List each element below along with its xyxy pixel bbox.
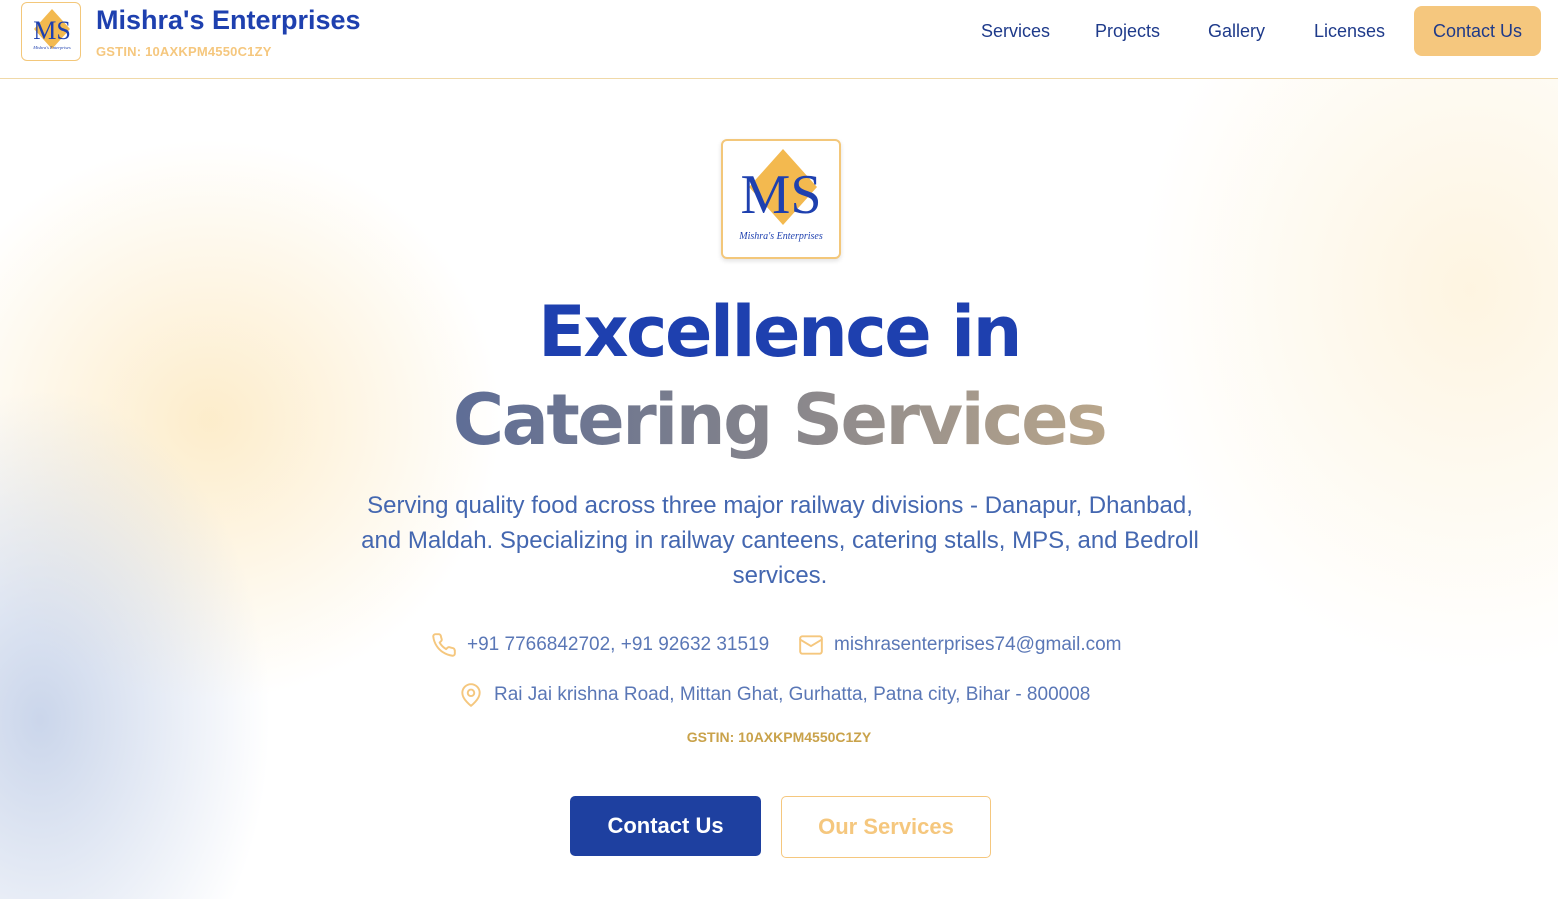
email-contact[interactable]: mishrasenterprises74@gmail.com bbox=[798, 632, 1122, 658]
hero-title-gradient: Catering Services bbox=[452, 379, 1108, 461]
svg-text:MS: MS bbox=[741, 164, 822, 226]
svg-text:MS: MS bbox=[33, 16, 71, 45]
hero-title-line2: Catering Services bbox=[0, 378, 1558, 462]
svg-text:Mishra's Enterprises: Mishra's Enterprises bbox=[738, 231, 823, 242]
hero-title-line1: Excellence in bbox=[538, 291, 1022, 373]
site-header: MS Mishra's Enterprises Mishra's Enterpr… bbox=[0, 0, 1558, 79]
map-pin-icon bbox=[458, 682, 484, 708]
mail-icon bbox=[798, 632, 824, 658]
phone-text[interactable]: +91 7766842702, +91 92632 31519 bbox=[467, 634, 769, 656]
hero-gstin: GSTIN: 10AXKPM4550C1ZY bbox=[686, 729, 872, 745]
our-services-button[interactable]: Our Services bbox=[781, 796, 991, 858]
brand-gstin: GSTIN: 10AXKPM4550C1ZY bbox=[96, 44, 272, 59]
brand-name[interactable]: Mishra's Enterprises bbox=[96, 5, 361, 36]
hero-logo: MS Mishra's Enterprises bbox=[721, 139, 841, 259]
phone-contact[interactable]: +91 7766842702, +91 92632 31519 bbox=[431, 632, 769, 658]
nav-licenses[interactable]: Licenses bbox=[1314, 21, 1385, 42]
nav-services[interactable]: Services bbox=[981, 21, 1050, 42]
address-text: Rai Jai krishna Road, Mittan Ghat, Gurha… bbox=[494, 684, 1091, 705]
nav-contact-button[interactable]: Contact Us bbox=[1414, 6, 1541, 56]
contact-us-button[interactable]: Contact Us bbox=[570, 796, 761, 856]
hero-description: Serving quality food across three major … bbox=[361, 492, 1199, 589]
brand-logo[interactable]: MS Mishra's Enterprises bbox=[21, 2, 81, 61]
email-text[interactable]: mishrasenterprises74@gmail.com bbox=[834, 634, 1122, 656]
nav-gallery[interactable]: Gallery bbox=[1208, 21, 1265, 42]
nav-projects[interactable]: Projects bbox=[1095, 21, 1160, 42]
phone-icon bbox=[431, 632, 457, 658]
svg-text:Mishra's Enterprises: Mishra's Enterprises bbox=[32, 45, 71, 50]
address-contact: Rai Jai krishna Road, Mittan Ghat, Gurha… bbox=[458, 682, 1090, 708]
